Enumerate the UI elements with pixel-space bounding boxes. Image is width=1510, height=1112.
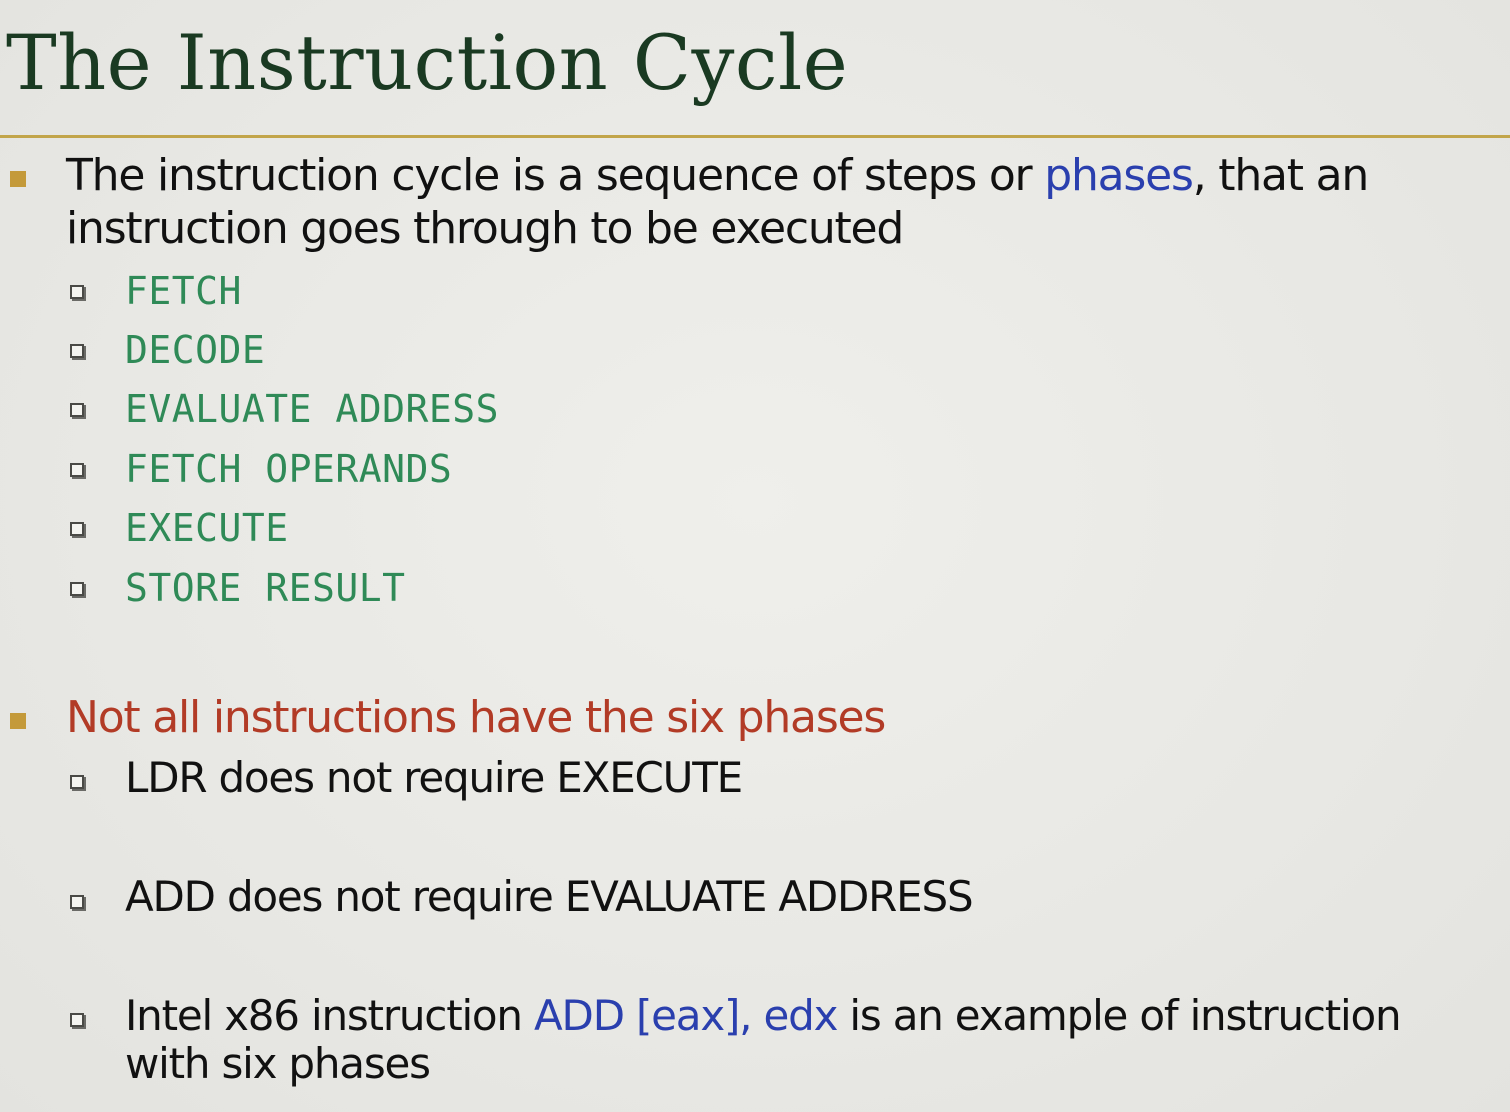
slide: The Instruction Cycle The instruction cy… (0, 0, 1510, 1112)
bullet-square-icon (10, 171, 26, 187)
example-intel-text-after: is an example of instruction (837, 991, 1401, 1040)
example-add: ADD does not require EVALUATE ADDRESS (125, 872, 974, 921)
example-intel-line-2: with six phases (125, 1039, 431, 1088)
bullet-1-text: The instruction cycle is a sequence of s… (66, 150, 1045, 201)
phase-item: FETCH (125, 269, 242, 313)
bullet-1-line-2: instruction goes through to be executed (66, 203, 904, 254)
bullet-2-text: Not all instructions have the six phases (66, 692, 886, 743)
phase-item: EVALUATE ADDRESS (125, 387, 500, 431)
example-intel-highlight: ADD [eax], edx (534, 991, 838, 1040)
phase-item: STORE RESULT (125, 566, 406, 610)
example-ldr: LDR does not require EXECUTE (125, 753, 743, 802)
checkbox-icon (70, 403, 84, 417)
bullet-1-highlight: phases (1044, 150, 1194, 201)
checkbox-icon (70, 775, 84, 789)
checkbox-icon (70, 285, 84, 299)
example-intel-text: Intel x86 instruction (125, 991, 535, 1040)
checkbox-icon (70, 1013, 84, 1027)
title-divider (0, 135, 1510, 138)
checkbox-icon (70, 522, 84, 536)
checkbox-icon (70, 895, 84, 909)
phase-item: EXECUTE (125, 506, 289, 550)
bullet-1-text-after: , that an (1192, 150, 1370, 201)
phase-item: FETCH OPERANDS (125, 447, 453, 491)
bullet-1-line-1: The instruction cycle is a sequence of s… (66, 150, 1370, 202)
checkbox-icon (70, 463, 84, 477)
checkbox-icon (70, 344, 84, 358)
checkbox-icon (70, 582, 84, 596)
slide-title: The Instruction Cycle (6, 18, 849, 107)
bullet-square-icon (10, 713, 26, 729)
phase-item: DECODE (125, 328, 266, 372)
example-intel-line-1: Intel x86 instruction ADD [eax], edx is … (125, 991, 1402, 1041)
